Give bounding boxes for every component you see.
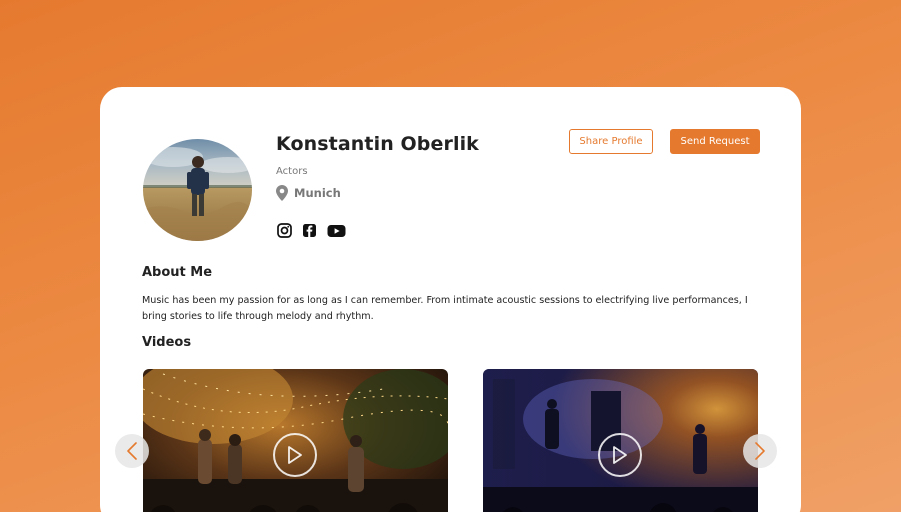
videos-heading: Videos: [142, 335, 192, 350]
play-button[interactable]: [273, 433, 317, 477]
facebook-icon[interactable]: [302, 223, 317, 238]
video-card[interactable]: [143, 369, 448, 512]
share-profile-button[interactable]: Share Profile: [569, 129, 653, 154]
play-icon: [288, 446, 302, 464]
play-button[interactable]: [598, 433, 642, 477]
chevron-right-icon: [755, 442, 765, 460]
profile-name: Konstantin Oberlik: [276, 133, 479, 155]
location-label: Munich: [294, 186, 341, 200]
carousel-next-button[interactable]: [743, 434, 777, 468]
social-links: [277, 223, 346, 238]
chevron-left-icon: [127, 442, 137, 460]
location-pin-icon: [276, 185, 288, 201]
avatar: [143, 139, 252, 241]
video-card[interactable]: [483, 369, 758, 512]
send-request-button[interactable]: Send Request: [670, 129, 760, 154]
youtube-icon[interactable]: [327, 224, 346, 238]
about-heading: About Me: [142, 265, 213, 280]
play-icon: [613, 446, 627, 464]
profile-card: Konstantin Oberlik Actors Munich Share P…: [100, 87, 801, 512]
about-text: Music has been my passion for as long as…: [142, 295, 748, 322]
carousel-prev-button[interactable]: [115, 434, 149, 468]
instagram-icon[interactable]: [277, 223, 292, 238]
profile-location: Munich: [276, 185, 341, 201]
profile-category: Actors: [276, 166, 308, 177]
